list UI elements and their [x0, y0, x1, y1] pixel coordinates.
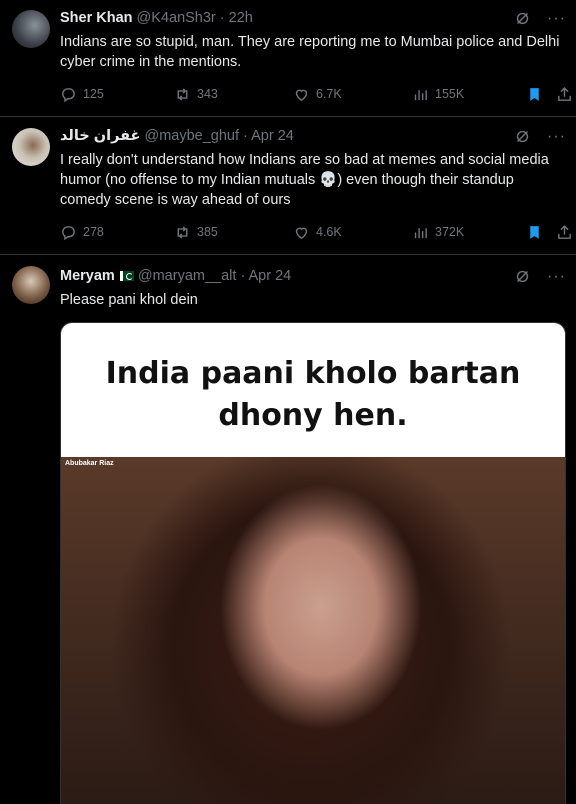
view-count: 155K — [435, 87, 465, 101]
separator: · — [240, 268, 246, 284]
tweet-top-icons: ··· — [514, 128, 566, 145]
separator: · — [243, 128, 248, 144]
bookmark-icon — [530, 87, 539, 101]
reply-count: 125 — [83, 87, 104, 101]
retweet-count: 385 — [197, 225, 218, 239]
tweet-text: I really don't understand how Indians ar… — [60, 152, 549, 208]
like-count: 4.6K — [316, 225, 342, 239]
tweet-media[interactable]: India paani kholo bartan dhony hen. Abub… — [60, 322, 566, 804]
heart-icon — [295, 227, 308, 239]
action-bar: 125 343 6.7K 155K — [60, 82, 576, 106]
tweet-top-icons: ··· — [514, 10, 566, 27]
avatar[interactable] — [12, 266, 50, 304]
views-button[interactable]: 155K — [412, 82, 464, 106]
meme-photo: Abubakar Riaz — [61, 457, 565, 804]
handle[interactable]: @maybe_ghuf — [144, 128, 239, 144]
more-icon[interactable]: ··· — [547, 10, 566, 27]
timestamp[interactable]: Apr 24 — [249, 268, 292, 284]
more-icon[interactable]: ··· — [547, 268, 566, 285]
photo-credit: Abubakar Riaz — [65, 460, 114, 467]
retweet-button[interactable]: 343 — [174, 82, 218, 106]
display-name[interactable]: Sher Khan — [60, 10, 133, 26]
share-button[interactable] — [556, 82, 573, 106]
share-icon — [558, 86, 571, 101]
timestamp[interactable]: 22h — [229, 10, 253, 26]
display-name[interactable]: Meryam — [60, 268, 115, 284]
share-button[interactable] — [556, 220, 573, 244]
reply-button[interactable]: 278 — [60, 220, 104, 244]
tweet-top-icons: ··· — [514, 268, 566, 285]
retweet-count: 343 — [197, 87, 218, 101]
retweet-button[interactable]: 385 — [174, 220, 218, 244]
like-button[interactable]: 4.6K — [293, 220, 342, 244]
views-button[interactable]: 372K — [412, 220, 464, 244]
more-icon[interactable]: ··· — [547, 128, 566, 145]
reply-button[interactable]: 125 — [60, 82, 104, 106]
tweet-header: غفران خالد @maybe_ghuf · Apr 24 — [60, 128, 294, 144]
bookmark-button[interactable] — [526, 220, 543, 244]
action-bar: 278 385 4.6K 372K — [60, 220, 576, 244]
view-count: 372K — [435, 225, 465, 239]
avatar[interactable] — [12, 10, 50, 48]
grok-icon[interactable] — [514, 268, 531, 285]
meme-caption: India paani kholo bartan dhony hen. — [61, 323, 565, 457]
avatar[interactable] — [12, 128, 50, 166]
tweet-header: Meryam @maryam__alt · Apr 24 — [60, 268, 291, 284]
grok-icon[interactable] — [514, 10, 531, 27]
heart-icon — [295, 89, 308, 101]
timestamp[interactable]: Apr 24 — [251, 128, 294, 144]
share-icon — [558, 224, 571, 239]
retweet-icon — [177, 225, 188, 239]
tweet-2[interactable]: غفران خالد @maybe_ghuf · Apr 24 ··· I re… — [0, 116, 576, 255]
display-name[interactable]: غفران خالد — [60, 128, 140, 144]
grok-icon[interactable] — [514, 128, 531, 145]
views-icon — [414, 89, 427, 100]
separator: · — [219, 10, 225, 26]
views-icon — [414, 227, 427, 238]
retweet-icon — [177, 87, 188, 101]
handle[interactable]: @K4anSh3r — [137, 10, 216, 26]
tweet-text: Indians are so stupid, man. They are rep… — [60, 34, 560, 70]
reply-count: 278 — [83, 225, 104, 239]
bookmark-icon — [530, 225, 539, 239]
reply-icon — [62, 225, 75, 240]
tweet-text: Please pani khol dein — [60, 292, 198, 308]
like-count: 6.7K — [316, 87, 342, 101]
handle[interactable]: @maryam__alt — [138, 268, 237, 284]
like-button[interactable]: 6.7K — [293, 82, 342, 106]
tweet-1[interactable]: Sher Khan @K4anSh3r · 22h ··· Indians ar… — [0, 0, 576, 117]
tweet-header: Sher Khan @K4anSh3r · 22h — [60, 10, 253, 26]
bookmark-button[interactable] — [526, 82, 543, 106]
pakistan-flag-icon — [119, 271, 134, 282]
reply-icon — [62, 87, 75, 102]
